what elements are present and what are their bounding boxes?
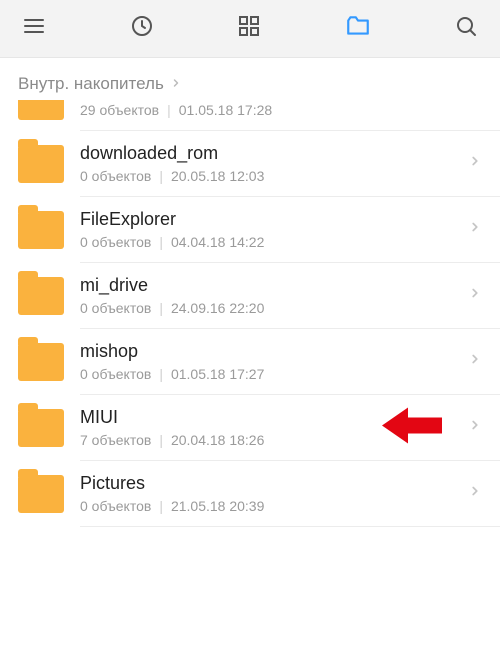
folder-date: 24.09.16 22:20 bbox=[171, 300, 264, 316]
row-body: Pictures 0 объектов | 21.05.18 20:39 bbox=[80, 473, 460, 514]
categories-icon[interactable] bbox=[237, 14, 261, 43]
folder-date: 20.04.18 18:26 bbox=[171, 432, 264, 448]
folder-icon bbox=[18, 145, 64, 183]
folder-name: MIUI bbox=[80, 407, 460, 428]
folder-date: 01.05.18 17:27 bbox=[171, 366, 264, 382]
folder-row[interactable]: MIUI 7 объектов | 20.04.18 18:26 bbox=[0, 395, 500, 460]
folder-icon bbox=[18, 277, 64, 315]
folder-row[interactable]: FileExplorer 0 объектов | 04.04.18 14:22 bbox=[0, 197, 500, 262]
folder-count: 7 объектов bbox=[80, 432, 151, 448]
folder-meta: 7 объектов | 20.04.18 18:26 bbox=[80, 432, 460, 448]
folder-icon bbox=[18, 475, 64, 513]
row-body: mishop 0 объектов | 01.05.18 17:27 bbox=[80, 341, 460, 382]
menu-icon[interactable] bbox=[22, 14, 46, 43]
folder-list: 29 объектов | 01.05.18 17:28 downloaded_rom… bbox=[0, 100, 500, 527]
folder-meta: 0 объектов | 21.05.18 20:39 bbox=[80, 498, 460, 514]
top-toolbar bbox=[0, 0, 500, 58]
folder-row[interactable]: mi_drive 0 объектов | 24.09.16 22:20 bbox=[0, 263, 500, 328]
row-body: mi_drive 0 объектов | 24.09.16 22:20 bbox=[80, 275, 460, 316]
meta-separator: | bbox=[159, 498, 163, 514]
folder-icon bbox=[18, 409, 64, 447]
folder-count: 0 объектов bbox=[80, 234, 151, 250]
folder-count: 0 объектов bbox=[80, 168, 151, 184]
chevron-right-icon bbox=[170, 74, 182, 94]
folder-date: 01.05.18 17:28 bbox=[179, 102, 272, 118]
chevron-right-icon bbox=[468, 220, 482, 239]
folder-icon bbox=[18, 343, 64, 381]
folder-name: FileExplorer bbox=[80, 209, 460, 230]
folder-name: mi_drive bbox=[80, 275, 460, 296]
recent-icon[interactable] bbox=[130, 14, 154, 43]
meta-separator: | bbox=[159, 168, 163, 184]
breadcrumb[interactable]: Внутр. накопитель bbox=[0, 58, 500, 100]
folder-count: 0 объектов bbox=[80, 300, 151, 316]
folder-meta: 0 объектов | 01.05.18 17:27 bbox=[80, 366, 460, 382]
chevron-right-icon bbox=[468, 154, 482, 173]
folder-count: 0 объектов bbox=[80, 498, 151, 514]
breadcrumb-label: Внутр. накопитель bbox=[18, 74, 164, 94]
folder-count: 29 объектов bbox=[80, 102, 159, 118]
row-body: FileExplorer 0 объектов | 04.04.18 14:22 bbox=[80, 209, 460, 250]
folder-meta: 0 объектов | 20.05.18 12:03 bbox=[80, 168, 460, 184]
folder-name: mishop bbox=[80, 341, 460, 362]
row-body: MIUI 7 объектов | 20.04.18 18:26 bbox=[80, 407, 460, 448]
folder-date: 21.05.18 20:39 bbox=[171, 498, 264, 514]
folder-meta: 0 объектов | 24.09.16 22:20 bbox=[80, 300, 460, 316]
meta-separator: | bbox=[159, 234, 163, 250]
row-divider bbox=[80, 526, 500, 527]
folder-date: 20.05.18 12:03 bbox=[171, 168, 264, 184]
chevron-right-icon bbox=[468, 286, 482, 305]
folder-count: 0 объектов bbox=[80, 366, 151, 382]
folder-meta: 0 объектов | 04.04.18 14:22 bbox=[80, 234, 460, 250]
chevron-right-icon bbox=[468, 352, 482, 371]
folder-row[interactable]: downloaded_rom 0 объектов | 20.05.18 12:03 bbox=[0, 131, 500, 196]
folder-name: downloaded_rom bbox=[80, 143, 460, 164]
folder-date: 04.04.18 14:22 bbox=[171, 234, 264, 250]
folder-icon bbox=[18, 211, 64, 249]
folder-row[interactable]: Pictures 0 объектов | 21.05.18 20:39 bbox=[0, 461, 500, 526]
folder-icon bbox=[18, 100, 64, 120]
folder-row[interactable]: 29 объектов | 01.05.18 17:28 bbox=[0, 100, 500, 130]
search-icon[interactable] bbox=[454, 14, 478, 43]
folder-meta: 29 объектов | 01.05.18 17:28 bbox=[80, 102, 482, 118]
meta-separator: | bbox=[159, 432, 163, 448]
meta-separator: | bbox=[167, 102, 171, 118]
meta-separator: | bbox=[159, 366, 163, 382]
meta-separator: | bbox=[159, 300, 163, 316]
folder-name: Pictures bbox=[80, 473, 460, 494]
row-body: 29 объектов | 01.05.18 17:28 bbox=[80, 102, 482, 118]
storage-icon[interactable] bbox=[345, 13, 371, 44]
chevron-right-icon bbox=[468, 484, 482, 503]
row-body: downloaded_rom 0 объектов | 20.05.18 12:03 bbox=[80, 143, 460, 184]
folder-row[interactable]: mishop 0 объектов | 01.05.18 17:27 bbox=[0, 329, 500, 394]
chevron-right-icon bbox=[468, 418, 482, 437]
